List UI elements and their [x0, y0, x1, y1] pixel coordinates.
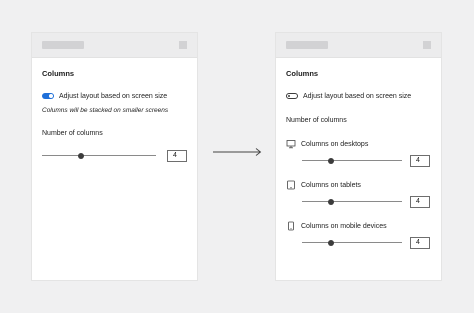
adjust-layout-toggle[interactable] [286, 93, 298, 99]
number-of-columns-label: Number of columns [286, 117, 347, 124]
tablet-columns-input[interactable]: 4 [410, 196, 430, 208]
adjust-layout-toggle[interactable] [42, 93, 54, 99]
device-label: Columns on desktops [301, 140, 369, 148]
desktop-slider-row: 4 [302, 155, 432, 167]
mobile-columns-input[interactable]: 4 [410, 237, 430, 249]
toggle-knob [288, 95, 291, 98]
mobile-slider-track[interactable] [302, 242, 402, 243]
desktop-slider-thumb[interactable] [328, 157, 334, 164]
section-title: Columns [42, 69, 75, 78]
number-of-columns-label: Number of columns [42, 130, 103, 137]
columns-slider-track[interactable] [42, 155, 156, 156]
tablet-slider-thumb[interactable] [328, 198, 334, 205]
mobile-columns-row: Columns on mobile devices [286, 221, 387, 231]
section-title: Columns [286, 69, 319, 78]
toggle-label: Adjust layout based on screen size [59, 92, 168, 100]
tablet-slider-track[interactable] [302, 201, 402, 202]
toggle-knob [49, 94, 53, 98]
settings-panel-before: Columns Adjust layout based on screen si… [31, 32, 198, 281]
tablet-columns-row: Columns on tablets [286, 180, 361, 190]
header-placeholder-icon [423, 41, 431, 49]
toggle-label: Adjust layout based on screen size [303, 92, 412, 100]
mobile-icon [288, 221, 294, 231]
tablet-slider-row: 4 [302, 196, 432, 208]
columns-slider-row: 4 [42, 150, 188, 162]
adjust-layout-toggle-row[interactable]: Adjust layout based on screen size [42, 91, 167, 101]
mobile-slider-thumb[interactable] [328, 239, 334, 246]
tablet-icon [287, 180, 295, 190]
columns-number-input[interactable]: 4 [167, 150, 187, 162]
desktop-columns-input[interactable]: 4 [410, 155, 430, 167]
adjust-layout-toggle-row[interactable]: Adjust layout based on screen size [286, 91, 411, 101]
header-placeholder-icon [179, 41, 187, 49]
desktop-icon [286, 140, 296, 149]
device-label: Columns on mobile devices [301, 222, 387, 230]
panel-header [276, 33, 441, 58]
settings-panel-after: Columns Adjust layout based on screen si… [275, 32, 442, 281]
desktop-slider-track[interactable] [302, 160, 402, 161]
desktop-columns-row: Columns on desktops [286, 139, 368, 149]
stacking-note: Columns will be stacked on smaller scree… [42, 107, 169, 114]
arrow-right-icon [213, 148, 262, 156]
columns-slider-thumb[interactable] [78, 152, 84, 159]
panel-header [32, 33, 197, 58]
device-label: Columns on tablets [301, 181, 361, 189]
mobile-slider-row: 4 [302, 237, 432, 249]
header-placeholder-bar [286, 41, 328, 49]
header-placeholder-bar [42, 41, 84, 49]
